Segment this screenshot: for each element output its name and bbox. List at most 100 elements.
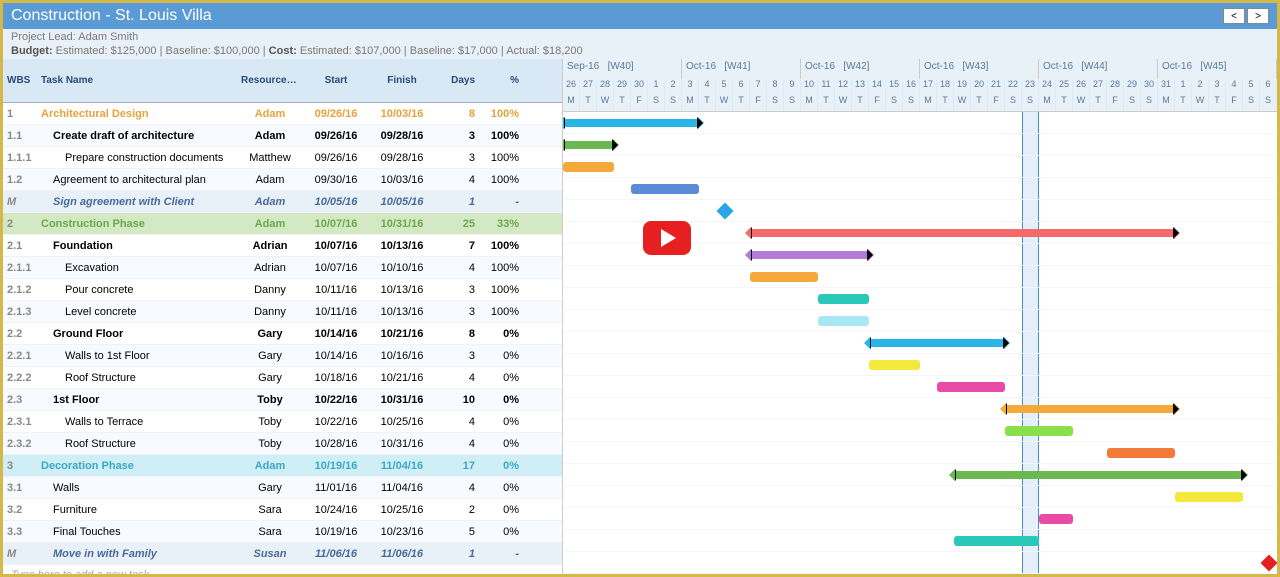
cell-start[interactable]: 10/19/16	[303, 526, 369, 538]
cell-start[interactable]: 10/18/16	[303, 372, 369, 384]
cell-days[interactable]: 3	[435, 306, 479, 318]
cell-pct[interactable]: 0%	[479, 460, 523, 472]
cell-finish[interactable]: 10/13/16	[369, 284, 435, 296]
cell-start[interactable]: 10/07/16	[303, 218, 369, 230]
table-row[interactable]: 3Decoration PhaseAdam10/19/1611/04/16170…	[3, 455, 562, 477]
cell-resource[interactable]: Danny	[237, 284, 303, 296]
cell-finish[interactable]: 11/04/16	[369, 482, 435, 494]
task-bar[interactable]	[1175, 492, 1243, 502]
table-row[interactable]: 3.3Final TouchesSara10/19/1610/23/1650%	[3, 521, 562, 543]
table-row[interactable]: MMove in with FamilySusan11/06/1611/06/1…	[3, 543, 562, 565]
cell-finish[interactable]: 10/21/16	[369, 372, 435, 384]
cell-resource[interactable]: Toby	[237, 438, 303, 450]
cell-task[interactable]: Roof Structure	[37, 372, 237, 384]
cell-start[interactable]: 10/22/16	[303, 394, 369, 406]
cell-pct[interactable]: 0%	[479, 394, 523, 406]
cell-task[interactable]: Create draft of architecture	[37, 130, 237, 142]
cell-task[interactable]: Foundation	[37, 240, 237, 252]
cell-task[interactable]: Architectural Design	[37, 108, 237, 120]
cell-finish[interactable]: 10/25/16	[369, 504, 435, 516]
cell-start[interactable]: 10/11/16	[303, 284, 369, 296]
cell-start[interactable]: 10/22/16	[303, 416, 369, 428]
cell-start[interactable]: 10/24/16	[303, 504, 369, 516]
cell-start[interactable]: 11/06/16	[303, 548, 369, 560]
table-row[interactable]: 1Architectural DesignAdam09/26/1610/03/1…	[3, 103, 562, 125]
cell-resource[interactable]: Gary	[237, 328, 303, 340]
table-row[interactable]: 1.1.1Prepare construction documentsMatth…	[3, 147, 562, 169]
cell-finish[interactable]: 09/28/16	[369, 130, 435, 142]
table-row[interactable]: 3.2FurnitureSara10/24/1610/25/1620%	[3, 499, 562, 521]
cell-finish[interactable]: 10/10/16	[369, 262, 435, 274]
cell-task[interactable]: Ground Floor	[37, 328, 237, 340]
table-row[interactable]: 2.1.1ExcavationAdrian10/07/1610/10/16410…	[3, 257, 562, 279]
cell-pct[interactable]: 0%	[479, 438, 523, 450]
col-resource[interactable]: Resource Names	[237, 75, 303, 86]
milestone-marker[interactable]	[1261, 555, 1277, 572]
cell-pct[interactable]: 0%	[479, 526, 523, 538]
col-days[interactable]: Days	[435, 75, 479, 86]
cell-start[interactable]: 10/19/16	[303, 460, 369, 472]
cell-task[interactable]: Walls	[37, 482, 237, 494]
cell-task[interactable]: Excavation	[37, 262, 237, 274]
cell-task[interactable]: 1st Floor	[37, 394, 237, 406]
cell-days[interactable]: 7	[435, 240, 479, 252]
cell-days[interactable]: 4	[435, 438, 479, 450]
cell-days[interactable]: 10	[435, 394, 479, 406]
summary-bar[interactable]	[954, 471, 1243, 479]
cell-finish[interactable]: 10/03/16	[369, 174, 435, 186]
table-row[interactable]: 2Construction PhaseAdam10/07/1610/31/162…	[3, 213, 562, 235]
cell-days[interactable]: 4	[435, 174, 479, 186]
cell-days[interactable]: 5	[435, 526, 479, 538]
cell-task[interactable]: Agreement to architectural plan	[37, 174, 237, 186]
cell-start[interactable]: 09/30/16	[303, 174, 369, 186]
cell-resource[interactable]: Adam	[237, 196, 303, 208]
cell-finish[interactable]: 10/13/16	[369, 306, 435, 318]
cell-days[interactable]: 4	[435, 482, 479, 494]
table-row[interactable]: 1.1Create draft of architectureAdam09/26…	[3, 125, 562, 147]
task-bar[interactable]	[937, 382, 1005, 392]
cell-days[interactable]: 3	[435, 350, 479, 362]
play-video-icon[interactable]	[643, 221, 691, 255]
add-task-input[interactable]: Type here to add a new task	[3, 565, 562, 574]
cell-task[interactable]: Walls to 1st Floor	[37, 350, 237, 362]
cell-resource[interactable]: Toby	[237, 394, 303, 406]
cell-days[interactable]: 3	[435, 284, 479, 296]
cell-days[interactable]: 1	[435, 196, 479, 208]
cell-task[interactable]: Walls to Terrace	[37, 416, 237, 428]
cell-pct[interactable]: -	[479, 196, 523, 208]
cell-finish[interactable]: 10/05/16	[369, 196, 435, 208]
cell-days[interactable]: 4	[435, 262, 479, 274]
cell-resource[interactable]: Sara	[237, 504, 303, 516]
table-row[interactable]: 2.1.3Level concreteDanny10/11/1610/13/16…	[3, 301, 562, 323]
summary-bar[interactable]	[750, 229, 1175, 237]
cell-resource[interactable]: Adam	[237, 130, 303, 142]
summary-bar[interactable]	[563, 119, 699, 127]
cell-pct[interactable]: -	[479, 548, 523, 560]
task-bar[interactable]	[1107, 448, 1175, 458]
summary-bar[interactable]	[869, 339, 1005, 347]
cell-days[interactable]: 1	[435, 548, 479, 560]
cell-days[interactable]: 17	[435, 460, 479, 472]
cell-task[interactable]: Sign agreement with Client	[37, 196, 237, 208]
cell-finish[interactable]: 10/23/16	[369, 526, 435, 538]
summary-bar[interactable]	[750, 251, 869, 259]
table-row[interactable]: 2.1FoundationAdrian10/07/1610/13/167100%	[3, 235, 562, 257]
cell-finish[interactable]: 10/31/16	[369, 438, 435, 450]
cell-start[interactable]: 09/26/16	[303, 108, 369, 120]
cell-start[interactable]: 10/14/16	[303, 350, 369, 362]
cell-resource[interactable]: Toby	[237, 416, 303, 428]
cell-task[interactable]: Final Touches	[37, 526, 237, 538]
table-row[interactable]: MSign agreement with ClientAdam10/05/161…	[3, 191, 562, 213]
cell-resource[interactable]: Adam	[237, 460, 303, 472]
cell-finish[interactable]: 10/21/16	[369, 328, 435, 340]
cell-task[interactable]: Level concrete	[37, 306, 237, 318]
table-row[interactable]: 2.31st FloorToby10/22/1610/31/16100%	[3, 389, 562, 411]
task-bar[interactable]	[1005, 426, 1073, 436]
col-task[interactable]: Task Name	[37, 75, 237, 86]
cell-start[interactable]: 09/26/16	[303, 152, 369, 164]
cell-finish[interactable]: 10/31/16	[369, 218, 435, 230]
cell-pct[interactable]: 100%	[479, 306, 523, 318]
cell-finish[interactable]: 10/25/16	[369, 416, 435, 428]
cell-pct[interactable]: 100%	[479, 152, 523, 164]
table-row[interactable]: 2.3.1Walls to TerraceToby10/22/1610/25/1…	[3, 411, 562, 433]
